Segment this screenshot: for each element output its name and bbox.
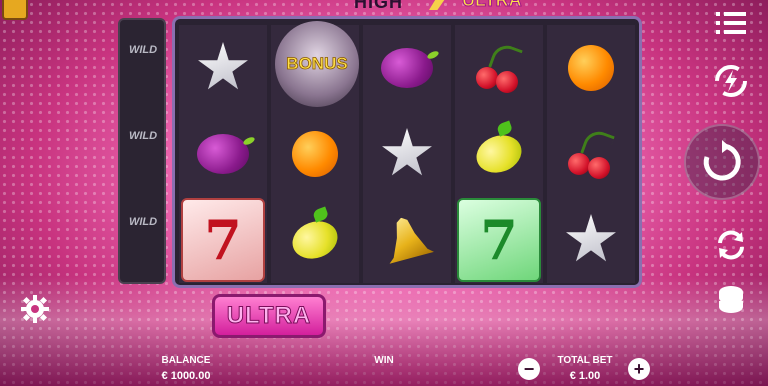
menu-icon[interactable]	[712, 4, 750, 42]
star-symbol-icon	[566, 214, 616, 262]
game-logo: HIGH ULTRA	[344, 0, 534, 16]
turbo-icon[interactable]	[712, 62, 750, 100]
bonus-symbol: BONUS	[275, 21, 359, 107]
wild-cell: WILD	[128, 130, 158, 142]
lemon-symbol-icon	[471, 129, 527, 179]
star-symbol-icon	[382, 128, 432, 176]
cherry-symbol-icon	[472, 41, 526, 93]
wild-cell: WILD	[128, 44, 158, 56]
wild-column: WILD WILD WILD	[118, 18, 166, 284]
logo-high: HIGH	[354, 0, 403, 12]
spin-button[interactable]	[684, 124, 760, 200]
green-seven-symbol: 7	[457, 198, 541, 282]
reel-grid: 7 BONUS 7	[172, 16, 642, 288]
reel-5	[547, 25, 635, 283]
stage-floor	[0, 276, 768, 386]
orange-symbol-icon	[568, 45, 614, 91]
reel-1: 7	[179, 25, 267, 283]
balance-value: € 1000.00	[161, 370, 211, 382]
ultra-button[interactable]: ULTRA	[212, 294, 326, 338]
orange-symbol-icon	[292, 131, 338, 177]
spin-icon	[703, 140, 741, 181]
reel-4: 7	[455, 25, 543, 283]
cherry-symbol-icon	[564, 127, 618, 179]
autoplay-icon[interactable]	[712, 226, 750, 264]
plum-symbol-icon	[197, 134, 249, 174]
reel-3	[363, 25, 451, 283]
logo-seven-icon	[422, 0, 450, 10]
gear-icon[interactable]	[16, 290, 54, 328]
total-bet-value: € 1.00	[569, 370, 601, 382]
plum-symbol-icon	[381, 48, 433, 88]
balance-label: BALANCE	[161, 355, 211, 366]
logo-ultra: ULTRA	[462, 0, 523, 11]
increase-bet-button[interactable]: +	[628, 358, 650, 380]
red-seven-symbol: 7	[181, 198, 265, 282]
bonus-label: BONUS	[286, 54, 348, 74]
decrease-bet-button[interactable]: −	[518, 358, 540, 380]
wild-cell: WILD	[128, 216, 158, 228]
lemon-symbol-icon	[287, 215, 343, 265]
win-label: WIN	[374, 355, 394, 366]
coin-stack-icon[interactable]	[712, 282, 750, 320]
star-symbol-icon	[198, 42, 248, 90]
home-button[interactable]	[2, 0, 28, 20]
total-bet-label: TOTAL BET	[557, 355, 613, 366]
bell-symbol-icon	[379, 212, 435, 268]
